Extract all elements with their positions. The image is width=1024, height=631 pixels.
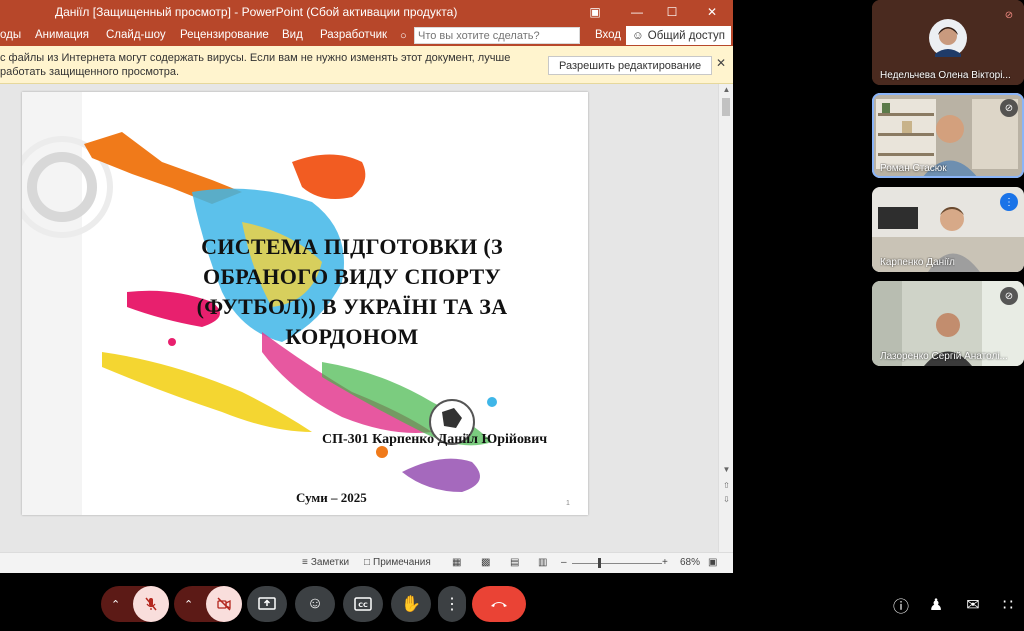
mic-off-icon: ⊘: [1000, 99, 1018, 117]
hang-up-icon: [491, 602, 507, 607]
participant-name: Роман Стасюк: [880, 163, 947, 174]
zoom-in-icon[interactable]: +: [662, 557, 668, 568]
participant-name: Недельчева Олена Вікторі...: [880, 70, 1011, 81]
raise-hand-button[interactable]: ✋: [391, 586, 431, 622]
present-icon: [258, 597, 276, 610]
lightbulb-icon: ○: [400, 29, 407, 42]
powerpoint-window: Даніїл [Защищенный просмотр] - PowerPoin…: [0, 0, 733, 573]
participant-tile[interactable]: ⊘ Недельчева Олена Вікторі...: [872, 0, 1024, 85]
enable-editing-button[interactable]: Разрешить редактирование: [548, 56, 713, 75]
camera-off-icon: [217, 597, 231, 611]
protected-view-bar: с файлы из Интернета могут содержать вир…: [0, 46, 733, 84]
chat-icon: ✉: [966, 597, 980, 614]
fit-to-window-icon[interactable]: ▣: [708, 557, 717, 568]
slide-workspace: СИСТЕМА ПІДГОТОВКИ (З ОБРАНОГО ВИДУ СПОР…: [0, 84, 733, 552]
comment-icon: □: [364, 557, 371, 568]
participant-name: Карпенко Даніїл: [880, 257, 955, 268]
tab-view[interactable]: Вид: [282, 29, 303, 41]
reactions-button[interactable]: ☺: [295, 586, 335, 622]
normal-view-icon[interactable]: ▦: [452, 557, 461, 568]
zoom-out-icon[interactable]: –: [561, 557, 567, 568]
emoji-icon: ☺: [306, 595, 324, 612]
window-title: Даніїл [Защищенный просмотр] - PowerPoin…: [55, 5, 458, 19]
minimize-button[interactable]: —: [622, 0, 652, 24]
slide-city-year: Суми – 2025: [296, 490, 367, 505]
ribbon-tabs: оды Анимация Слайд-шоу Рецензирование Ви…: [0, 24, 733, 46]
chat-button[interactable]: ✉: [962, 594, 984, 616]
participant-tile[interactable]: ⋮ Карпенко Даніїл: [872, 187, 1024, 272]
mic-toggle-button[interactable]: [133, 586, 169, 622]
participant-tile[interactable]: ⊘ Роман Стасюк: [872, 93, 1024, 178]
people-button[interactable]: ♟: [925, 594, 947, 616]
chevron-up-icon[interactable]: ⌃: [184, 598, 193, 611]
title-bar: Даніїл [Защищенный просмотр] - PowerPoin…: [0, 0, 733, 24]
ribbon-display-icon[interactable]: ▣: [580, 0, 610, 24]
status-bar: ≡ Заметки □ Примечания ▦ ▩ ▤ ▥ – + 68% ▣: [0, 552, 733, 573]
slide-title: СИСТЕМА ПІДГОТОВКИ (З ОБРАНОГО ВИДУ СПОР…: [196, 234, 508, 349]
more-options-button[interactable]: ⋮: [438, 586, 466, 622]
zoom-slider-knob[interactable]: [598, 558, 601, 568]
comments-label: Примечания: [373, 557, 431, 568]
notes-button[interactable]: ≡ Заметки: [302, 557, 349, 568]
reading-view-icon[interactable]: ▤: [510, 557, 519, 568]
camera-toggle-button[interactable]: [206, 586, 242, 622]
tell-me-input[interactable]: [414, 27, 580, 44]
tab-transitions[interactable]: оды: [0, 29, 21, 41]
activities-icon: ∷: [1002, 597, 1014, 614]
share-button[interactable]: ☺ Общий доступ: [626, 26, 732, 45]
comments-button[interactable]: □ Примечания: [364, 557, 431, 568]
mic-off-icon: ⊘: [1004, 9, 1014, 21]
tab-review[interactable]: Рецензирование: [180, 29, 269, 41]
svg-text:CC: CC: [358, 601, 368, 609]
people-icon: ♟: [928, 597, 944, 614]
camera-control-group: ⌃: [174, 586, 242, 622]
close-button[interactable]: ✕: [697, 0, 727, 24]
notes-label: Заметки: [310, 557, 350, 568]
next-slide-icon[interactable]: ⇩: [719, 494, 733, 506]
hand-icon: ✋: [401, 596, 421, 613]
chevron-up-icon[interactable]: ⌃: [111, 598, 120, 611]
present-screen-button[interactable]: [247, 586, 287, 622]
slide-number: 1: [566, 500, 570, 507]
protected-view-message: с файлы из Интернета могут содержать вир…: [0, 52, 511, 78]
scroll-down-icon[interactable]: ▼: [719, 464, 733, 476]
tab-slideshow[interactable]: Слайд-шоу: [106, 29, 166, 41]
prev-slide-icon[interactable]: ⇧: [719, 480, 733, 492]
participant-tile[interactable]: ⊘ Лазоренко Сергій Анатолі...: [872, 281, 1024, 366]
scroll-thumb[interactable]: [722, 98, 730, 116]
slideshow-view-icon[interactable]: ▥: [538, 557, 547, 568]
participant-name: Лазоренко Сергій Анатолі...: [880, 351, 1008, 362]
tab-animation[interactable]: Анимация: [35, 29, 89, 41]
vertical-scrollbar[interactable]: ▲ ▼ ⇧ ⇩: [718, 84, 733, 552]
activities-button[interactable]: ∷: [997, 594, 1019, 616]
info-icon: ⓘ: [892, 599, 909, 616]
leave-call-button[interactable]: [472, 586, 526, 622]
slide-sorter-icon[interactable]: ▩: [481, 557, 490, 568]
share-label: Общий доступ: [647, 29, 726, 42]
captions-icon: CC: [354, 597, 372, 611]
mic-off-icon: [145, 597, 157, 611]
mic-off-icon: ⊘: [1000, 287, 1018, 305]
more-vert-icon: ⋮: [444, 596, 460, 613]
meeting-details-button[interactable]: ⓘ: [890, 594, 912, 616]
signin-link[interactable]: Вход: [595, 29, 621, 41]
mic-control-group: ⌃: [101, 586, 169, 622]
zoom-slider[interactable]: [572, 563, 662, 564]
maximize-button[interactable]: ☐: [657, 0, 687, 24]
tell-me: ○: [400, 27, 580, 44]
tab-developer[interactable]: Разработчик: [320, 29, 387, 41]
person-icon: ☺: [632, 29, 644, 42]
video-call-screen: Даніїл [Защищенный просмотр] - PowerPoin…: [0, 0, 1024, 631]
captions-button[interactable]: CC: [343, 586, 383, 622]
zoom-level[interactable]: 68%: [680, 557, 700, 568]
slide-author: СП-301 Карпенко Даніїл Юрійович: [322, 432, 548, 447]
speaking-indicator-icon: ⋮: [1000, 193, 1018, 211]
scroll-up-icon[interactable]: ▲: [719, 84, 733, 96]
slide: СИСТЕМА ПІДГОТОВКИ (З ОБРАНОГО ВИДУ СПОР…: [22, 92, 588, 515]
notes-icon: ≡: [302, 557, 308, 568]
close-icon[interactable]: ✕: [716, 56, 726, 70]
